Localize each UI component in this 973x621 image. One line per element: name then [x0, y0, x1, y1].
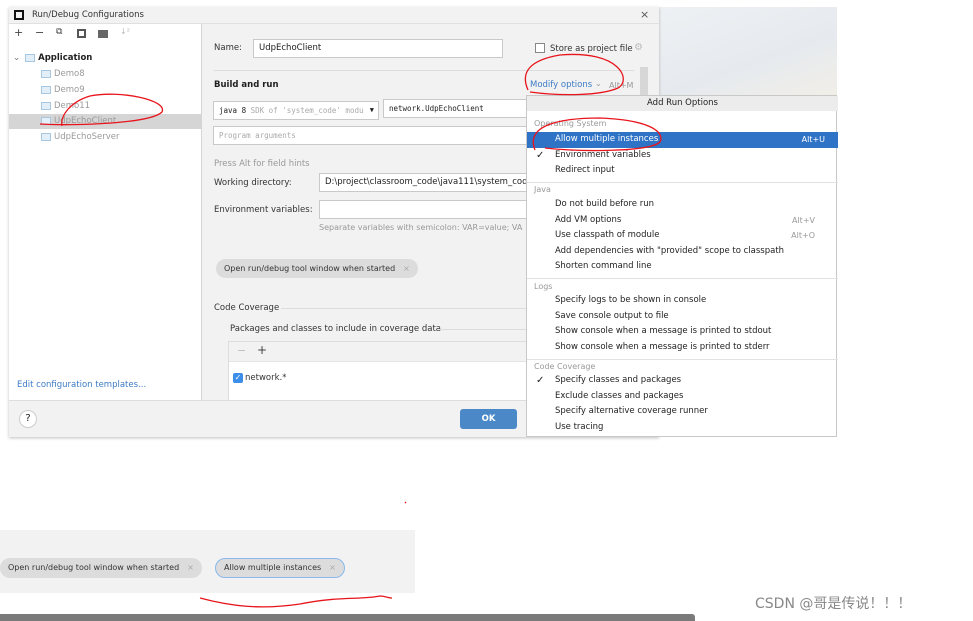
annotation-underline — [199, 595, 393, 608]
annotation-circle-modify — [524, 53, 624, 96]
annotation-dot — [404, 501, 407, 504]
annotation-circle-allow — [532, 117, 662, 152]
red-annotations — [39, 53, 662, 608]
annotation-circle-tree — [39, 93, 163, 127]
